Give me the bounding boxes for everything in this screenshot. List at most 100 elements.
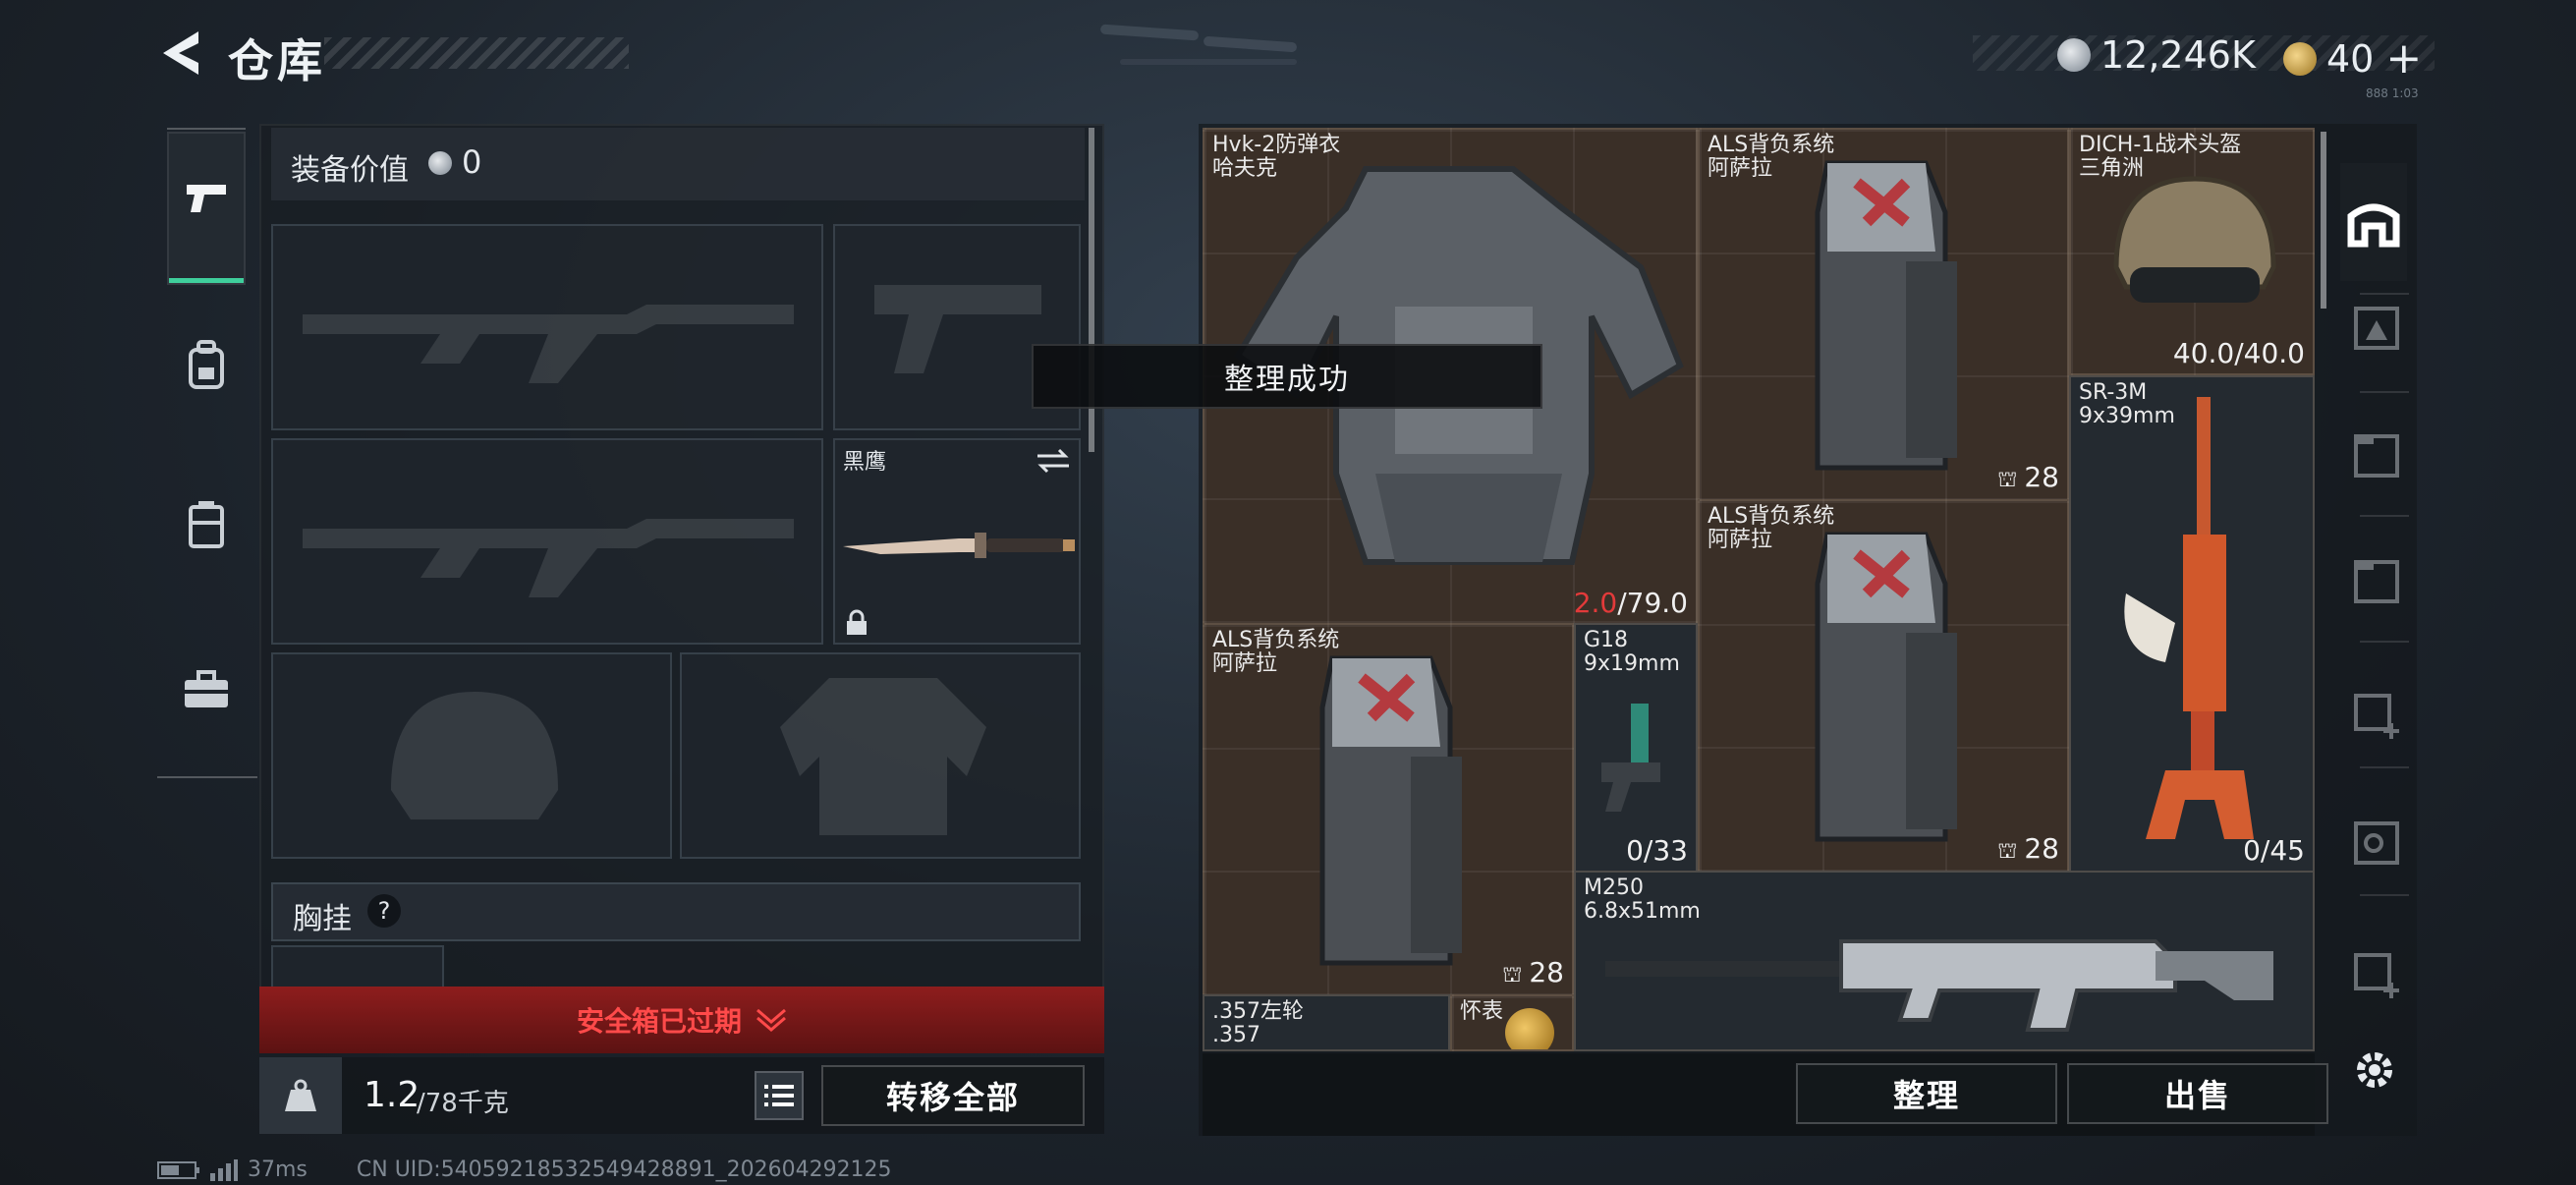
item-backpack-als[interactable]: ALS背负系统 阿萨拉 ⛫ 28	[1698, 499, 2069, 873]
add-folder-icon	[2354, 694, 2399, 739]
ammo-count: 0/45	[2243, 834, 2305, 867]
backpack-icon	[1815, 532, 1957, 842]
transfer-all-button[interactable]: 转移全部	[821, 1065, 1085, 1126]
rifle-silhouette-icon	[303, 305, 794, 383]
tab-case[interactable]	[183, 670, 230, 709]
gold-currency[interactable]: 40 +	[2283, 33, 2422, 84]
capacity-value: 28	[2024, 832, 2059, 865]
item-brand: 9x19mm	[1584, 651, 1680, 676]
stash-tab-2[interactable]	[2352, 424, 2401, 483]
capacity-value: 28	[2024, 461, 2059, 493]
signal-icon	[210, 1158, 238, 1181]
item-rifle-sr3m[interactable]: SR-3M 9x39mm 0/45	[2069, 375, 2315, 873]
chevron-down-icon	[756, 1008, 786, 1032]
background-streak	[1120, 59, 1297, 65]
durability-current: 2.0	[1573, 587, 1618, 619]
stash-tab-5[interactable]	[2352, 812, 2401, 871]
chest-rig-slot[interactable]	[271, 945, 444, 988]
toast-notification: 整理成功	[1032, 344, 1542, 409]
knife-icon	[843, 533, 1075, 558]
silver-currency: 12,246K	[2057, 33, 2256, 77]
equipment-value: 0	[462, 143, 482, 181]
sidebar-top-line	[167, 128, 246, 130]
item-name: 怀表	[1460, 999, 1504, 1024]
item-pistol-g18[interactable]: G18 9x19mm 0/33	[1574, 623, 1698, 873]
tab-divider	[2360, 391, 2409, 393]
tiny-indicator: 888 1:03	[2366, 86, 2419, 100]
status-bar: 37ms CN UID:54059218532549428891_2026042…	[157, 1157, 892, 1182]
help-icon[interactable]: ?	[367, 894, 401, 928]
sell-button[interactable]: 出售	[2067, 1063, 2328, 1124]
item-name: DICH-1战术头盔	[2079, 133, 2242, 157]
item-backpack-als[interactable]: ALS背负系统 阿萨拉 ⛫ 28	[1698, 128, 2069, 501]
list-view-button[interactable]	[755, 1071, 804, 1120]
primary-weapon-slot[interactable]	[271, 224, 823, 430]
lock-icon	[847, 609, 867, 635]
stash-tab-3[interactable]	[2352, 550, 2401, 609]
helmet-silhouette-icon	[391, 692, 558, 819]
active-tab-indicator	[169, 278, 244, 283]
add-currency-icon[interactable]: +	[2385, 33, 2422, 84]
item-brand: 阿萨拉	[1708, 156, 1773, 181]
back-button[interactable]	[155, 28, 204, 79]
item-revolver-357[interactable]: .357左轮 .357	[1203, 994, 1450, 1051]
item-mg-m250[interactable]: M250 6.8x51mm	[1574, 871, 2315, 1051]
silver-coin-icon	[2057, 38, 2091, 72]
folder-icon	[2354, 434, 2399, 478]
folder-icon	[2354, 821, 2399, 865]
ping: 37ms	[248, 1157, 308, 1182]
sort-button[interactable]: 整理	[1796, 1063, 2057, 1124]
melee-slot[interactable]: 黑鹰	[833, 438, 1081, 645]
rifle-silhouette-icon	[303, 519, 794, 597]
pistol-icon	[1601, 704, 1660, 812]
capacity-count: ⛫ 28	[1502, 956, 1564, 988]
chest-rig-label: 胸挂	[293, 902, 352, 936]
rifle-icon	[2124, 397, 2254, 839]
secondary-weapon-slot[interactable]	[271, 438, 823, 645]
backpack-icon	[189, 340, 224, 389]
helmet-slot[interactable]	[271, 652, 672, 859]
tab-backpack[interactable]	[185, 340, 228, 391]
item-helmet-dich1[interactable]: DICH-1战术头盔 三角洲 40.0/40.0	[2069, 128, 2315, 375]
tab-chest-rig[interactable]	[187, 499, 226, 550]
helmet-icon	[2113, 176, 2276, 303]
stash-tab-6[interactable]	[2352, 943, 2401, 1002]
swap-icon[interactable]	[1036, 446, 1071, 476]
toast-message: 整理成功	[1224, 363, 1350, 397]
durability: 40.0/40.0	[2172, 337, 2305, 369]
stash-scrollbar[interactable]	[2321, 132, 2326, 309]
weight-value: 1.2	[364, 1075, 420, 1115]
item-pocket-watch[interactable]: 怀表	[1450, 994, 1574, 1051]
tab-divider	[2360, 641, 2409, 643]
pistol-silhouette-icon	[874, 285, 1041, 373]
page-title: 仓库	[228, 34, 326, 87]
safebox-expired-label: 安全箱已过期	[576, 1005, 742, 1038]
safebox-expired-bar[interactable]: 安全箱已过期	[259, 987, 1104, 1053]
settings-button[interactable]	[2352, 1047, 2397, 1093]
equipment-value-bar: 装备价值 0	[271, 128, 1085, 200]
equipment-value-label: 装备价值	[291, 153, 409, 188]
list-icon	[764, 1085, 794, 1106]
stash-page-icon	[2354, 307, 2399, 350]
stash-tab-4[interactable]	[2352, 684, 2401, 743]
sidebar-bottom-line	[157, 776, 257, 778]
screen: 仓库 12,246K 40 + 888 1:03 装备价值 0 黑鹰 胸挂 ? …	[0, 0, 2576, 1185]
stash-tab-all[interactable]	[2340, 163, 2407, 281]
item-backpack-als[interactable]: ALS背负系统 阿萨拉 ⛫ 28	[1203, 623, 1574, 996]
knife-name: 黑鹰	[843, 450, 887, 475]
background-streak	[1099, 24, 1200, 41]
background-streak	[1203, 35, 1298, 53]
armor-silhouette-icon	[780, 678, 986, 835]
tab-weapons[interactable]	[167, 132, 246, 285]
chest-rig-icon	[189, 501, 224, 548]
category-sidebar	[157, 116, 257, 784]
pistol-icon	[187, 185, 226, 212]
stash-tab-1[interactable]	[2352, 297, 2401, 356]
title-decoration	[324, 37, 629, 69]
armor-slot[interactable]	[680, 652, 1081, 859]
silver-amount: 12,246K	[2100, 33, 2256, 77]
stash-tabs	[2330, 128, 2417, 1051]
capacity-value: 28	[1529, 956, 1564, 988]
item-brand: .357	[1212, 1023, 1260, 1047]
item-brand: 阿萨拉	[1212, 651, 1278, 676]
